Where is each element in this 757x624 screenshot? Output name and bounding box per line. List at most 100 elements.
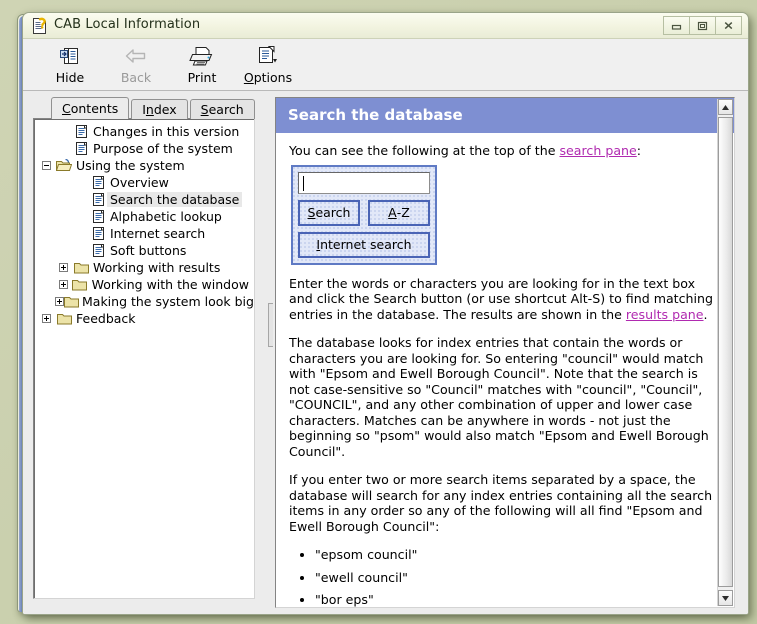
paragraph-4: If you enter two or more search items se…	[289, 472, 713, 534]
navigation-pane: Contents Index Search Changes in this ve…	[23, 91, 267, 614]
tree-expander-spacer	[72, 174, 89, 191]
list-item: "bor eps"	[315, 592, 721, 607]
help-document-icon	[32, 17, 49, 35]
help-window: CAB Local Information Hide Back Print Op…	[22, 12, 749, 615]
tree-item[interactable]: Working with results	[36, 259, 252, 276]
expand-plus-icon[interactable]	[55, 276, 71, 293]
window-title: CAB Local Information	[54, 17, 201, 32]
a-z-button[interactable]: A -Z	[368, 199, 430, 226]
paragraph-3: The database looks for index entries tha…	[289, 335, 709, 459]
folder-open-icon	[55, 158, 73, 174]
content-pane: Search the database You can see the foll…	[273, 91, 748, 614]
tree-item-label: Purpose of the system	[93, 141, 233, 156]
document-frame: Search the database You can see the foll…	[275, 97, 735, 608]
scroll-down-arrow[interactable]	[718, 590, 733, 606]
tree-item-label: Using the system	[76, 158, 185, 173]
folder-icon	[64, 294, 79, 310]
desktop-background: CAB Local Information Hide Back Print Op…	[0, 0, 757, 624]
tree-item-label: Making the system look bigger	[82, 294, 254, 309]
tree-item[interactable]: Making the system look bigger	[36, 293, 254, 310]
printer-icon	[189, 43, 215, 69]
tree-item-label: Search the database	[107, 192, 243, 207]
tree-expander-spacer	[72, 191, 89, 208]
scroll-up-arrow[interactable]	[718, 99, 733, 115]
examples-list: "epsom council""ewell council""bor eps""…	[289, 547, 721, 607]
intro-text-before: You can see the following at the top of …	[289, 143, 560, 158]
page-icon	[89, 209, 107, 225]
tree-item-label: Alphabetic lookup	[110, 209, 222, 224]
tree-expander-spacer	[72, 208, 89, 225]
page-icon	[89, 226, 107, 242]
tree-item[interactable]: Purpose of the system	[36, 140, 252, 157]
page-icon	[89, 175, 107, 191]
toolbar-button-options[interactable]: Options	[235, 39, 301, 87]
tree-item[interactable]: Overview	[36, 174, 252, 191]
tree-item[interactable]: Working with the window	[36, 276, 252, 293]
tree-item[interactable]: Feedback	[36, 310, 252, 327]
tree-expander-spacer	[55, 123, 72, 140]
tree-item[interactable]: Soft buttons	[36, 242, 252, 259]
tree-item-label: Soft buttons	[110, 243, 187, 258]
search-widget-illustration: Search A -Z Internet search	[291, 164, 437, 265]
internet-search-button[interactable]: Internet search	[298, 231, 430, 258]
title-bar[interactable]: CAB Local Information	[23, 13, 748, 39]
tree-item[interactable]: Search the database	[36, 191, 252, 208]
folder-icon	[72, 260, 90, 276]
tree-item[interactable]: Changes in this version	[36, 123, 252, 140]
document-scrollbar[interactable]	[717, 99, 733, 606]
collapse-minus-icon[interactable]	[38, 157, 55, 174]
toolbar-button-print[interactable]: Print	[169, 39, 235, 87]
toolbar: Hide Back Print Options	[23, 39, 748, 91]
list-item: "ewell council"	[315, 570, 721, 586]
page-icon	[89, 243, 107, 259]
folder-icon	[55, 311, 73, 327]
close-button[interactable]	[715, 16, 742, 35]
options-icon	[256, 43, 280, 69]
tab-index[interactable]: Index	[131, 99, 188, 119]
toolbar-label-back: Back	[120, 70, 152, 85]
toolbar-button-hide[interactable]: Hide	[37, 39, 103, 87]
tab-contents[interactable]: Contents	[51, 97, 130, 119]
tree-item-label: Internet search	[110, 226, 206, 241]
page-icon	[72, 141, 90, 157]
tab-search[interactable]: Search	[189, 99, 255, 119]
paragraph-2: Enter the words or characters you are lo…	[289, 276, 721, 323]
back-arrow-icon	[124, 43, 148, 69]
toolbar-label-hide: Hide	[55, 70, 85, 85]
toolbar-label-print: Print	[187, 70, 217, 85]
expand-plus-icon[interactable]	[55, 293, 64, 310]
minimize-button[interactable]	[663, 16, 690, 35]
page-icon	[72, 124, 90, 140]
contents-tree[interactable]: Changes in this version Purpose of the sy…	[33, 118, 255, 599]
folder-icon	[71, 277, 88, 293]
paragraph-2-after: .	[703, 306, 708, 322]
document-heading: Search the database	[276, 98, 734, 133]
list-item: "epsom council"	[315, 547, 721, 563]
tree-item[interactable]: Using the system	[36, 157, 252, 174]
search-button[interactable]: Search	[298, 199, 360, 226]
window-body: Contents Index Search Changes in this ve…	[23, 91, 748, 614]
tree-item[interactable]: Alphabetic lookup	[36, 208, 252, 225]
scrollbar-thumb[interactable]	[718, 117, 733, 587]
intro-text-after: :	[636, 143, 642, 158]
search-input[interactable]	[298, 171, 430, 194]
expand-plus-icon[interactable]	[38, 310, 55, 327]
expand-plus-icon[interactable]	[55, 259, 72, 276]
tree-item-label: Working with results	[93, 260, 221, 275]
hide-pane-icon	[59, 43, 81, 69]
tree-expander-spacer	[55, 140, 72, 157]
search-pane-link[interactable]: search pane	[559, 143, 636, 158]
window-controls	[663, 16, 742, 35]
tree-item-label: Feedback	[76, 311, 136, 326]
restore-button[interactable]	[689, 16, 716, 35]
intro-paragraph: You can see the following at the top of …	[289, 143, 721, 159]
tree-item-label: Overview	[110, 175, 169, 190]
results-pane-link[interactable]: results pane	[626, 307, 704, 322]
tree-expander-spacer	[72, 242, 89, 259]
tree-item-label: Changes in this version	[93, 124, 240, 139]
toolbar-button-back[interactable]: Back	[103, 39, 169, 87]
tree-item-label: Working with the window	[91, 277, 249, 292]
tree-expander-spacer	[72, 225, 89, 242]
nav-tabs: Contents Index Search	[29, 97, 267, 119]
tree-item[interactable]: Internet search	[36, 225, 252, 242]
